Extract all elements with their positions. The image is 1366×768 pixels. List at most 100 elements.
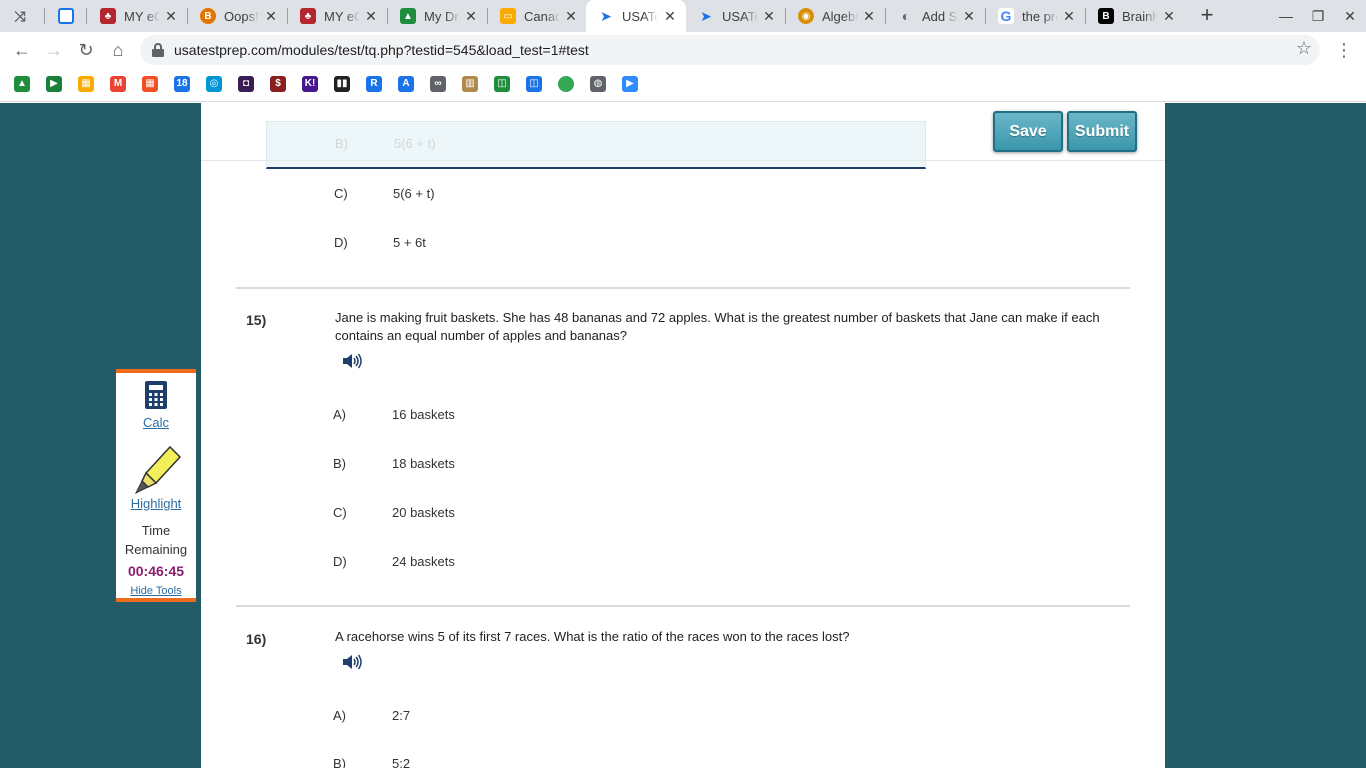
bookmark-icon[interactable]: ▦ bbox=[142, 76, 158, 92]
tab-usatestprep-2[interactable]: ➤ USATe ✕ bbox=[686, 0, 785, 32]
tab-title: Add Sa bbox=[922, 8, 958, 24]
minimize-icon[interactable]: — bbox=[1270, 0, 1302, 32]
answer-text[interactable]: 2:7 bbox=[392, 708, 410, 723]
tab-brainly[interactable]: B Brainly ✕ bbox=[1086, 0, 1185, 32]
address-bar[interactable]: usatestprep.com/modules/test/tq.php?test… bbox=[140, 35, 1320, 65]
back-icon[interactable]: ← bbox=[8, 36, 36, 64]
bookmark-icon[interactable]: ◫ bbox=[526, 76, 542, 92]
answer-text[interactable]: 20 baskets bbox=[392, 505, 455, 520]
google-favicon-icon: G bbox=[998, 8, 1014, 24]
answer-letter[interactable]: B) bbox=[333, 456, 346, 471]
browser-toolbar: ← → ↻ ⌂ usatestprep.com/modules/test/tq.… bbox=[0, 32, 1366, 68]
tab-close-icon[interactable]: ✕ bbox=[163, 8, 179, 24]
answer-text[interactable]: 24 baskets bbox=[392, 554, 455, 569]
answer-letter[interactable]: A) bbox=[333, 708, 346, 723]
bookmark-icon[interactable]: ▶ bbox=[622, 76, 638, 92]
answer-letter[interactable]: D) bbox=[333, 554, 347, 569]
tab-myeclass-2[interactable]: ♣ MY eCl ✕ bbox=[288, 0, 387, 32]
tab-my-drive[interactable]: ▲ My Dri ✕ bbox=[388, 0, 487, 32]
question-text: A racehorse wins 5 of its first 7 races.… bbox=[335, 629, 850, 644]
url-text[interactable]: usatestprep.com/modules/test/tq.php?test… bbox=[174, 42, 589, 58]
bookmark-icon[interactable]: ◘ bbox=[238, 76, 254, 92]
cursor-favicon-icon: ➤ bbox=[700, 7, 712, 24]
tab-pinned-2[interactable] bbox=[46, 0, 86, 32]
question-divider bbox=[236, 605, 1130, 607]
tab-favicon-icon: ◐ bbox=[901, 8, 911, 24]
tab-myeclass-1[interactable]: ♣ MY eCl ✕ bbox=[88, 0, 187, 32]
answer-letter[interactable]: C) bbox=[334, 186, 348, 201]
question-number: 15) bbox=[246, 312, 267, 328]
bookmark-icon[interactable]: ∞ bbox=[430, 76, 446, 92]
bookmark-icon[interactable]: ▮▮ bbox=[334, 76, 350, 92]
question-number: 16) bbox=[246, 631, 267, 647]
browser-menu-icon[interactable]: ⋮ bbox=[1334, 36, 1354, 64]
bookmark-icon[interactable]: R bbox=[366, 76, 382, 92]
tab-close-icon[interactable]: ✕ bbox=[463, 8, 479, 24]
tab-close-icon[interactable]: ✕ bbox=[662, 8, 678, 24]
tab-close-icon[interactable]: ✕ bbox=[961, 8, 977, 24]
tab-close-icon[interactable]: ✕ bbox=[363, 8, 379, 24]
answer-letter[interactable]: D) bbox=[334, 235, 348, 250]
bookmark-icon[interactable]: ◍ bbox=[590, 76, 606, 92]
bookmark-icon[interactable]: M bbox=[110, 76, 126, 92]
tab-title: My Dri bbox=[424, 8, 460, 24]
answer-text[interactable]: 5(6 + t) bbox=[393, 186, 435, 201]
new-tab-icon[interactable]: + bbox=[1195, 4, 1219, 28]
restore-icon[interactable]: ❐ bbox=[1302, 0, 1334, 32]
calculator-icon[interactable] bbox=[145, 381, 167, 409]
home-icon[interactable]: ⌂ bbox=[104, 36, 132, 64]
close-window-icon[interactable]: ✕ bbox=[1334, 0, 1366, 32]
tab-canada[interactable]: ▭ Canad ✕ bbox=[488, 0, 587, 32]
highlight-link[interactable]: Highlight bbox=[116, 496, 196, 511]
bookmark-icon[interactable]: ▥ bbox=[462, 76, 478, 92]
answer-text[interactable]: 5:2 bbox=[392, 756, 410, 768]
bookmark-icon[interactable]: ◎ bbox=[206, 76, 222, 92]
bookmark-icon[interactable]: ▲ bbox=[14, 76, 30, 92]
forward-icon[interactable]: → bbox=[40, 36, 68, 64]
tab-close-icon[interactable]: ✕ bbox=[861, 8, 877, 24]
tab-oops[interactable]: B Oops! ✕ bbox=[188, 0, 287, 32]
tab-pinned-1[interactable]: ⤨ bbox=[0, 0, 48, 32]
hide-tools-link[interactable]: Hide Tools bbox=[116, 585, 196, 597]
tab-add-sa[interactable]: ◐ Add Sa ✕ bbox=[886, 0, 985, 32]
answer-letter: B) bbox=[335, 136, 348, 151]
reload-icon[interactable]: ↻ bbox=[72, 36, 100, 64]
answer-letter[interactable]: C) bbox=[333, 505, 347, 520]
time-remaining-label: Time Remaining bbox=[124, 523, 188, 557]
submit-button[interactable]: Submit bbox=[1067, 111, 1137, 152]
highlighter-icon[interactable] bbox=[130, 443, 184, 497]
tab-usatestprep-active[interactable]: ➤ USATe ✕ bbox=[586, 0, 686, 32]
bookmarks-bar: ▲ ▶ ▦ M ▦ 18 ◎ ◘ $ K! ▮▮ R A ∞ ▥ ◫ ◫ ◍ ▶ bbox=[0, 68, 1366, 102]
calc-link[interactable]: Calc bbox=[116, 415, 196, 430]
tab-algebra[interactable]: ◉ Algebr ✕ bbox=[786, 0, 885, 32]
speaker-icon[interactable] bbox=[342, 654, 362, 670]
tab-close-icon[interactable]: ✕ bbox=[1161, 8, 1177, 24]
tab-strip: ⤨ ♣ MY eCl ✕ B Oops! ✕ ♣ MY eCl ✕ ▲ My D… bbox=[0, 0, 1366, 32]
bookmark-icon[interactable]: ▦ bbox=[78, 76, 94, 92]
highlighted-answer-option[interactable]: B) 5(6 + t) bbox=[266, 121, 926, 169]
tab-separator bbox=[44, 8, 45, 24]
tab-close-icon[interactable]: ✕ bbox=[563, 8, 579, 24]
tab-close-icon[interactable]: ✕ bbox=[761, 8, 777, 24]
tab-title: Canad bbox=[524, 8, 560, 24]
tab-close-icon[interactable]: ✕ bbox=[1061, 8, 1077, 24]
save-button[interactable]: Save bbox=[993, 111, 1063, 152]
answer-text[interactable]: 16 baskets bbox=[392, 407, 455, 422]
tab-close-icon[interactable]: ✕ bbox=[263, 8, 279, 24]
bookmark-star-icon[interactable]: ☆ bbox=[1296, 38, 1312, 59]
bookmark-icon[interactable]: 18 bbox=[174, 76, 190, 92]
bookmark-icon[interactable]: ◫ bbox=[494, 76, 510, 92]
bookmark-icon[interactable]: ▶ bbox=[46, 76, 62, 92]
answer-text[interactable]: 5 + 6t bbox=[393, 235, 426, 250]
speaker-icon[interactable] bbox=[342, 353, 362, 369]
bookmark-icon[interactable]: A bbox=[398, 76, 414, 92]
bookmark-icon[interactable]: $ bbox=[270, 76, 286, 92]
answer-text[interactable]: 18 baskets bbox=[392, 456, 455, 471]
bookmark-icon[interactable] bbox=[558, 76, 574, 92]
answer-letter[interactable]: B) bbox=[333, 756, 346, 768]
tab-title: USATe bbox=[722, 8, 758, 24]
test-tools-panel: Calc Highlight Time Remaining 00:46:45 H… bbox=[116, 369, 196, 602]
tab-google-search[interactable]: G the pro ✕ bbox=[986, 0, 1085, 32]
answer-letter[interactable]: A) bbox=[333, 407, 346, 422]
bookmark-icon[interactable]: K! bbox=[302, 76, 318, 92]
